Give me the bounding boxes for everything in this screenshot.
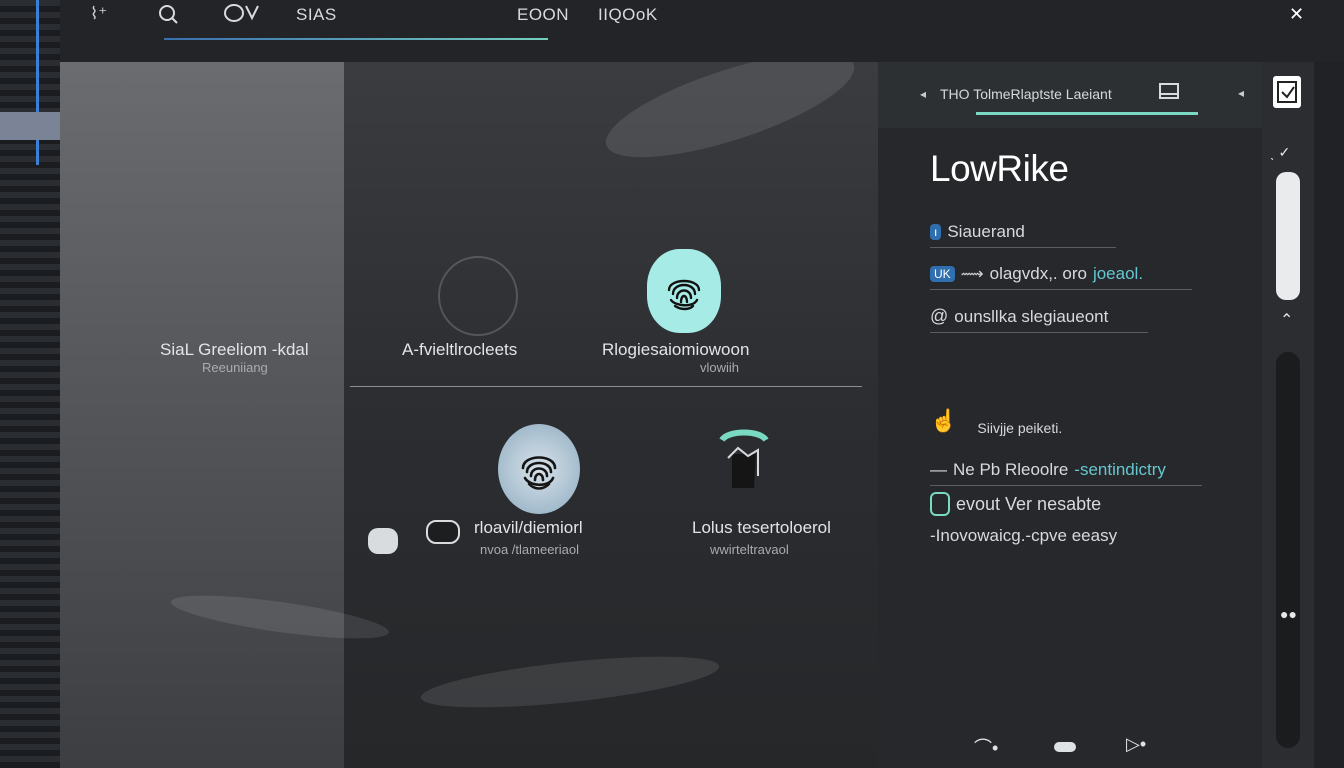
eye-toggle-icon[interactable] bbox=[222, 2, 260, 24]
touch-icon: ☝ bbox=[930, 408, 958, 433]
toggle-chip[interactable] bbox=[426, 520, 460, 544]
panel-item[interactable]: @ ounsllka slegiaueont bbox=[930, 306, 1148, 333]
panel-item-label: olagvdx,. oro bbox=[989, 264, 1087, 283]
fingerprint-icon[interactable] bbox=[498, 424, 580, 514]
play-icon[interactable]: ▷• bbox=[1126, 734, 1146, 755]
close-icon[interactable]: ✕ bbox=[1289, 4, 1304, 25]
info-badge-icon: ı bbox=[930, 224, 942, 240]
tile-label[interactable]: SiaL Greeliom -kdal bbox=[160, 340, 309, 360]
wifi-icon[interactable]: ⌇⁺ bbox=[90, 4, 107, 24]
panel-item[interactable]: evout Ver nesabte bbox=[930, 492, 1101, 516]
tab-bullet-icon: ◂ bbox=[920, 87, 927, 101]
panel-tab-row: ◂ THO TolmeRlaptste Laeiant ◂ bbox=[878, 62, 1262, 128]
at-icon: @ bbox=[930, 306, 949, 326]
light-streak bbox=[418, 646, 722, 718]
panel-item-link[interactable]: -sentindictry bbox=[1074, 460, 1166, 480]
light-streak bbox=[595, 62, 865, 179]
tile-label[interactable]: rloavil/diemiorl bbox=[474, 518, 583, 538]
tile-label[interactable]: A-fvieltlrocleets bbox=[402, 340, 517, 360]
panel-title: LowRike bbox=[930, 148, 1069, 189]
main-stage: SiaL Greeliom -kdal Reeuniiang A-fvieltl… bbox=[60, 62, 878, 768]
ghost-circle-icon bbox=[438, 256, 518, 336]
left-pane bbox=[60, 62, 344, 768]
link-icon[interactable]: ⌒• bbox=[974, 734, 998, 760]
tile-label[interactable]: Lolus tesertoloerol bbox=[692, 518, 831, 538]
tab-eoon[interactable]: EOON bbox=[517, 5, 569, 25]
panel-item[interactable]: -Inovowaicg.-cpve eeasy bbox=[930, 526, 1117, 546]
arrow-icon: ⟿ bbox=[960, 266, 984, 283]
uk-badge: UK bbox=[930, 266, 955, 282]
panel-item-label: Siauerand bbox=[947, 222, 1025, 241]
tile-sublabel: wwirteltravaol bbox=[710, 542, 789, 557]
window-right-edge bbox=[1314, 62, 1344, 768]
minus-icon[interactable] bbox=[1054, 742, 1076, 752]
expand-icon[interactable] bbox=[1273, 76, 1301, 108]
edge-blue-line bbox=[36, 0, 39, 165]
tab-iiqook[interactable]: IIQOoK bbox=[598, 5, 658, 25]
edge-panel-light bbox=[0, 112, 60, 140]
panel-item-label: Siivjje peiketi. bbox=[977, 420, 1063, 436]
panel-item[interactable]: ☝ Siivjje peiketi. bbox=[930, 406, 1062, 436]
panel-item-label: evout Ver nesabte bbox=[956, 493, 1102, 514]
scroll-track[interactable] bbox=[1276, 352, 1300, 748]
chevron-up-icon[interactable]: ⌃ bbox=[1280, 310, 1293, 330]
hand-icon[interactable] bbox=[718, 428, 770, 508]
tile-sublabel: Reeuniiang bbox=[202, 360, 268, 375]
dash-icon: — bbox=[930, 460, 947, 479]
tile-divider bbox=[350, 386, 862, 387]
search-icon[interactable] bbox=[158, 4, 180, 26]
scroll-rail: ˎ ✓ ⌃ ●● bbox=[1262, 62, 1314, 768]
scroll-thumb[interactable] bbox=[1276, 172, 1300, 300]
detail-panel: ◂ THO TolmeRlaptste Laeiant ◂ LowRike ı … bbox=[878, 62, 1262, 768]
panel-item-label: ounsllka slegiaueont bbox=[954, 306, 1109, 326]
edit-icon[interactable] bbox=[1158, 82, 1182, 100]
tile-sublabel: nvoa /tlameeriaol bbox=[480, 542, 579, 557]
toggle-chip[interactable] bbox=[368, 528, 398, 554]
top-bar: ⌇⁺ SIAS EOON IIQOoK ✕ bbox=[60, 0, 1344, 62]
panel-item[interactable]: UK ⟿ olagvdx,. oro joeaol. bbox=[930, 264, 1192, 290]
search-underline bbox=[164, 38, 548, 40]
window-edge-strip bbox=[0, 0, 60, 768]
fingerprint-icon[interactable] bbox=[647, 249, 721, 333]
tile-label[interactable]: Rlogiesaiomiowoon bbox=[602, 340, 749, 360]
panel-item-link[interactable]: joeaol. bbox=[1093, 264, 1143, 284]
panel-item[interactable]: ı Siauerand bbox=[930, 222, 1116, 248]
tile-sublabel: vlowiih bbox=[700, 360, 740, 375]
panel-item-label: Ne Pb Rleoolre bbox=[953, 460, 1069, 479]
panel-tab-underline bbox=[976, 112, 1198, 115]
panel-tab-text[interactable]: THO TolmeRlaptste Laeiant bbox=[940, 86, 1112, 102]
panel-item[interactable]: — Ne Pb Rleoolre -sentindictry bbox=[930, 460, 1202, 486]
check-icon[interactable]: ˎ ✓ bbox=[1270, 144, 1290, 161]
search-field-text[interactable]: SIAS bbox=[296, 5, 337, 25]
lock-icon bbox=[930, 492, 950, 516]
tab-more-icon[interactable]: ◂ bbox=[1238, 86, 1244, 100]
panel-item-label: -Inovowaicg.-cpve eeasy bbox=[930, 526, 1118, 545]
handle-dots-icon[interactable]: ●● bbox=[1280, 606, 1297, 622]
